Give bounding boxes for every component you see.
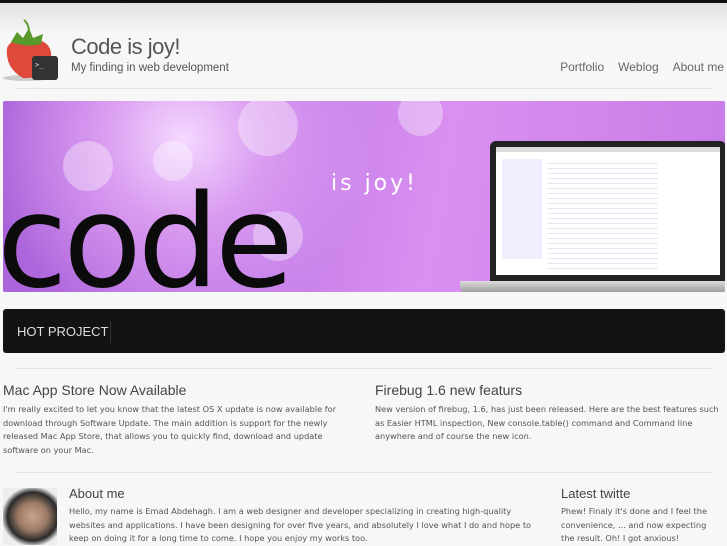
hot-project-label[interactable]: HOT PROJECT (17, 324, 109, 339)
site-title[interactable]: Code is joy! (71, 34, 180, 60)
post-title[interactable]: Firebug 1.6 new featurs (375, 382, 522, 398)
strawberry-terminal-logo[interactable]: >_ (3, 18, 65, 82)
hot-project-separator (110, 321, 111, 343)
about-me-title: About me (69, 486, 125, 501)
divider (15, 472, 712, 473)
author-avatar (3, 488, 57, 545)
post-excerpt: I'm really excited to let you know that … (3, 404, 336, 455)
nav-about-me[interactable]: About me (673, 60, 724, 74)
hero-banner[interactable]: code is joy! (3, 101, 725, 292)
hot-project-bar: HOT PROJECT (3, 309, 725, 353)
divider (15, 368, 712, 369)
nav-portfolio[interactable]: Portfolio (560, 60, 604, 74)
nav-weblog[interactable]: Weblog (618, 60, 658, 74)
banner-is-joy-text: is joy! (331, 171, 418, 196)
header-gradient (0, 3, 727, 31)
latest-tweet-text: Phew! Finaly it's done and I feel the co… (561, 506, 707, 543)
laptop-screenshot (460, 141, 725, 292)
about-me-text: Hello, my name is Emad Abdehagh. I am a … (69, 506, 532, 543)
banner-code-text: code (3, 168, 294, 293)
svg-text:>_: >_ (35, 61, 44, 69)
post-excerpt: New version of firebug, 1.6, has just be… (375, 404, 719, 441)
bokeh-light (238, 101, 298, 156)
main-nav: Portfolio Weblog About me (560, 60, 724, 74)
bokeh-light (398, 101, 443, 136)
latest-tweet-title: Latest twitte (561, 486, 631, 501)
post-title[interactable]: Mac App Store Now Available (3, 382, 186, 398)
site-tagline: My finding in web development (71, 62, 229, 74)
header-divider (15, 88, 712, 89)
